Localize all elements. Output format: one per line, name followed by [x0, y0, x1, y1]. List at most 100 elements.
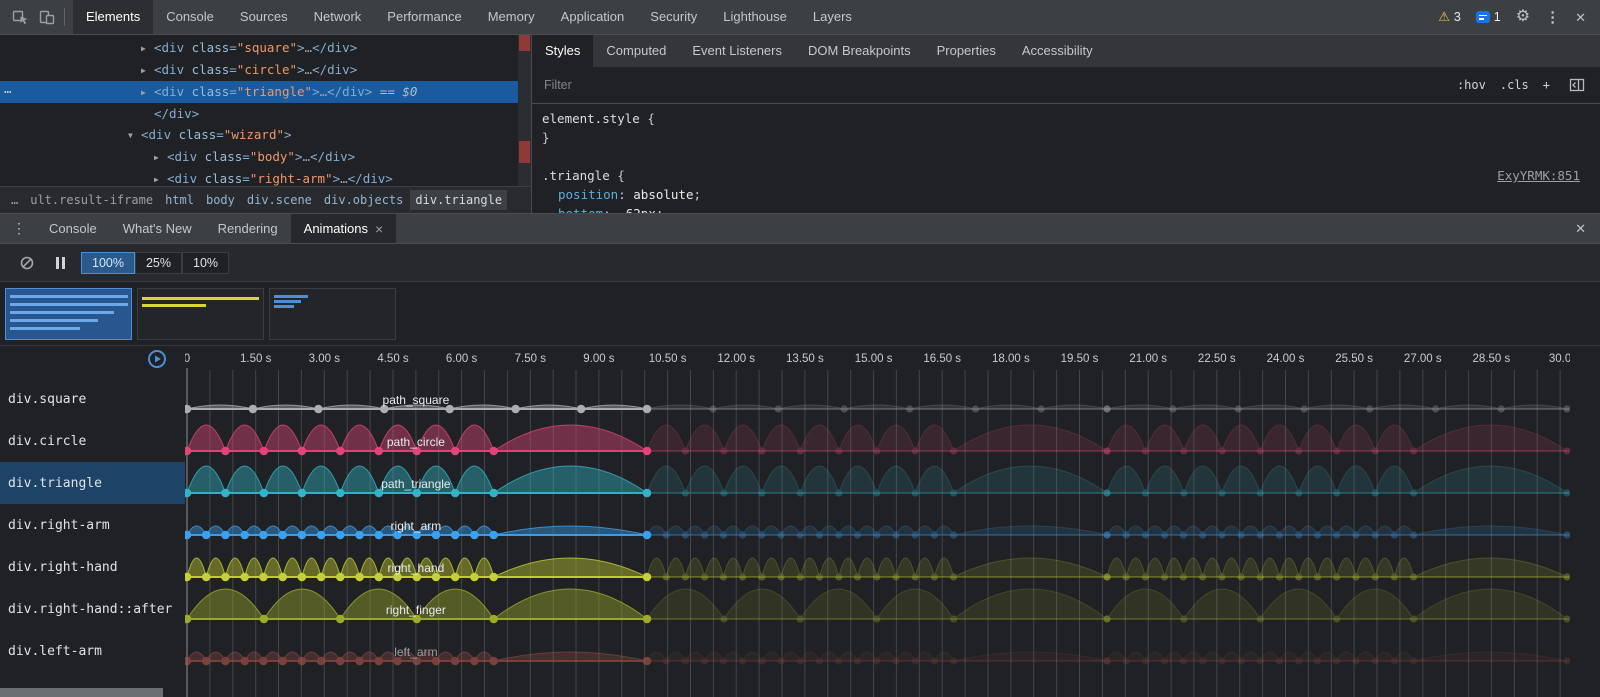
svg-text:21.00 s: 21.00 s — [1129, 353, 1167, 365]
sidebar-pane-toggle-icon[interactable] — [1564, 72, 1590, 98]
close-tab-icon[interactable]: × — [375, 221, 383, 237]
breadcrumb-ult-result-iframe[interactable]: ult.result-iframe — [25, 190, 158, 210]
disclosure-open-icon[interactable]: ▼ — [128, 125, 141, 146]
drawer-tab-console[interactable]: Console — [36, 214, 110, 243]
drawer-tab-label: Animations — [304, 221, 368, 236]
disclosure-closed-icon[interactable]: ▶ — [141, 60, 154, 81]
svg-text:0: 0 — [185, 353, 190, 365]
svg-text:7.50 s: 7.50 s — [515, 353, 547, 365]
timeline-node-div-square[interactable]: div.square — [0, 378, 185, 420]
dom-node[interactable]: ▼<div class="wizard"> — [0, 124, 531, 146]
breadcrumb-div-scene[interactable]: div.scene — [242, 190, 317, 210]
tab-performance[interactable]: Performance — [374, 0, 474, 34]
css-rule: .triangle {ExyYRMK:851position: absolute… — [542, 166, 1580, 213]
tab-dom-breakpoints[interactable]: DOM Breakpoints — [795, 35, 924, 67]
svg-text:22.50 s: 22.50 s — [1198, 353, 1236, 365]
breadcrumb-div-objects[interactable]: div.objects — [319, 190, 408, 210]
tab-application[interactable]: Application — [548, 0, 638, 34]
playback-rate-10[interactable]: 10% — [182, 252, 229, 274]
playback-rate-group: 100%25%10% — [81, 252, 229, 274]
tab-elements[interactable]: Elements — [73, 0, 153, 34]
issues-icon — [1476, 11, 1490, 23]
horizontal-scrollbar-thumb[interactable] — [0, 688, 163, 697]
breadcrumb-div-triangle[interactable]: div.triangle — [410, 190, 507, 210]
playback-rate-25[interactable]: 25% — [135, 252, 182, 274]
disclosure-closed-icon[interactable]: ▶ — [141, 38, 154, 59]
tab-layers[interactable]: Layers — [800, 0, 865, 34]
dom-node[interactable]: ▶<div class="circle">…</div> — [0, 59, 531, 81]
tab-styles[interactable]: Styles — [532, 35, 593, 67]
timeline-grid-svg[interactable]: 01.50 s3.00 s4.50 s6.00 s7.50 s9.00 s10.… — [185, 346, 1570, 697]
issues-badge[interactable]: 1 — [1476, 10, 1501, 24]
playback-rate-100[interactable]: 100% — [81, 252, 135, 274]
svg-text:path_square: path_square — [383, 393, 450, 407]
drawer-tab-bar: ⋮ ConsoleWhat's NewRenderingAnimations× … — [0, 214, 1600, 244]
dom-node[interactable]: ▶<div class="right-arm">…</div> — [0, 168, 531, 186]
tab-computed[interactable]: Computed — [593, 35, 679, 67]
tab-event-listeners[interactable]: Event Listeners — [679, 35, 795, 67]
breadcrumb-body[interactable]: body — [201, 190, 240, 210]
device-toolbar-icon[interactable] — [34, 4, 60, 30]
drawer-menu-icon[interactable]: ⋮ — [0, 220, 36, 237]
svg-text:27.00 s: 27.00 s — [1404, 353, 1442, 365]
drawer-tab-what-s-new[interactable]: What's New — [110, 214, 205, 243]
timeline-node-div-right-arm[interactable]: div.right-arm — [0, 504, 185, 546]
dom-node[interactable]: ▶<div class="square">…</div> — [0, 37, 531, 59]
animation-group-preview[interactable] — [137, 288, 264, 340]
tab-lighthouse[interactable]: Lighthouse — [710, 0, 800, 34]
close-devtools-icon[interactable]: ✕ — [1575, 11, 1586, 24]
drawer-tab-animations[interactable]: Animations × — [291, 214, 397, 243]
inspect-element-icon[interactable] — [8, 4, 34, 30]
disclosure-closed-icon[interactable]: ▶ — [154, 169, 167, 186]
tab-accessibility[interactable]: Accessibility — [1009, 35, 1106, 67]
timeline-node-div-left-arm[interactable]: div.left-arm — [0, 630, 185, 672]
tab-network[interactable]: Network — [301, 0, 375, 34]
timeline-grid[interactable]: 01.50 s3.00 s4.50 s6.00 s7.50 s9.00 s10.… — [185, 346, 1600, 697]
breadcrumb-item[interactable]: … — [6, 190, 23, 210]
clear-all-icon[interactable] — [14, 250, 40, 276]
disclosure-closed-icon[interactable]: ▶ — [154, 147, 167, 168]
close-drawer-icon[interactable]: ✕ — [1575, 222, 1600, 235]
preview-bar — [10, 327, 80, 330]
warning-icon: ⚠ — [1438, 9, 1450, 25]
tab-memory[interactable]: Memory — [475, 0, 548, 34]
css-property[interactable]: bottom: -62px; — [542, 204, 1580, 213]
timeline-node-div-right-hand-after[interactable]: div.right-hand::after — [0, 588, 185, 630]
toggle-item[interactable]: + — [1543, 78, 1550, 92]
animation-group-preview[interactable] — [5, 288, 132, 340]
styles-filter-input[interactable] — [542, 77, 842, 93]
scrollbar-marker — [519, 141, 530, 163]
svg-text:12.00 s: 12.00 s — [717, 353, 755, 365]
disclosure-closed-icon[interactable]: ▶ — [141, 82, 154, 103]
svg-text:path_circle: path_circle — [387, 435, 445, 449]
toggle-hov[interactable]: :hov — [1457, 78, 1486, 92]
tab-properties[interactable]: Properties — [924, 35, 1009, 67]
replay-button[interactable] — [147, 349, 167, 369]
timeline-rows: div.squarediv.circlediv.trianglediv.righ… — [0, 378, 185, 672]
css-property[interactable]: position: absolute; — [542, 185, 1580, 204]
dom-node[interactable]: ▶<div class="body">…</div> — [0, 146, 531, 168]
rule-selector: element.style — [542, 111, 640, 126]
dom-node[interactable]: ⋯▶<div class="triangle">…</div> == $0 — [0, 81, 531, 103]
elements-scrollbar[interactable] — [518, 35, 531, 186]
stylesheet-link[interactable]: ExyYRMK:851 — [1497, 166, 1580, 185]
drawer-tab-rendering[interactable]: Rendering — [205, 214, 291, 243]
svg-text:right_arm: right_arm — [391, 519, 442, 533]
property-value: absolute — [633, 187, 693, 202]
pause-all-icon[interactable] — [56, 257, 65, 269]
settings-gear-icon[interactable]: ⚙ — [1516, 9, 1530, 25]
breadcrumb-html[interactable]: html — [160, 190, 199, 210]
animation-group-preview[interactable] — [269, 288, 396, 340]
toggle-cls[interactable]: .cls — [1500, 78, 1529, 92]
animations-toolbar: 100%25%10% — [0, 244, 1600, 282]
dom-node[interactable]: </div> — [0, 103, 531, 124]
timeline-node-div-circle[interactable]: div.circle — [0, 420, 185, 462]
timeline-node-div-triangle[interactable]: div.triangle — [0, 462, 185, 504]
tab-security[interactable]: Security — [637, 0, 710, 34]
more-actions-icon[interactable]: ⋯ — [4, 81, 11, 102]
timeline-node-div-right-hand[interactable]: div.right-hand — [0, 546, 185, 588]
warnings-badge[interactable]: ⚠ 3 — [1438, 9, 1461, 25]
tab-console[interactable]: Console — [153, 0, 227, 34]
tab-sources[interactable]: Sources — [227, 0, 301, 34]
more-options-icon[interactable]: ⋮ — [1545, 10, 1560, 25]
